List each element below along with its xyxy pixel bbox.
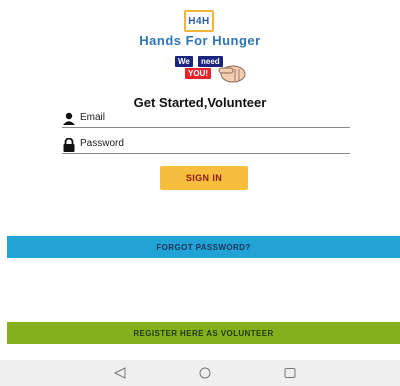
forgot-password-button[interactable]: FORGOT PASSWORD? [7, 236, 400, 258]
system-nav-bar [0, 360, 400, 386]
home-icon[interactable] [198, 367, 212, 379]
page-heading: Get Started,Volunteer [133, 95, 267, 110]
logo-badge: H4H [184, 10, 214, 32]
badge-word-we: We [175, 56, 193, 67]
email-placeholder: Email [80, 112, 106, 123]
recents-icon[interactable] [283, 367, 297, 379]
email-field[interactable]: Email [62, 111, 350, 128]
password-field[interactable]: Password [62, 137, 350, 154]
user-icon [63, 112, 75, 125]
lock-icon [63, 138, 75, 152]
we-need-you-badge: We need YOU! [171, 54, 257, 84]
brand-name: Hands For Hunger [139, 33, 261, 48]
logo-text: H4H [188, 15, 210, 27]
back-icon[interactable] [113, 367, 127, 379]
pointing-hand-icon [218, 65, 246, 83]
password-placeholder: Password [80, 138, 124, 149]
badge-word-you: YOU! [185, 68, 211, 79]
sign-in-button[interactable]: SIGN IN [160, 166, 248, 190]
register-volunteer-button[interactable]: REGISTER HERE AS VOLUNTEER [7, 322, 400, 344]
